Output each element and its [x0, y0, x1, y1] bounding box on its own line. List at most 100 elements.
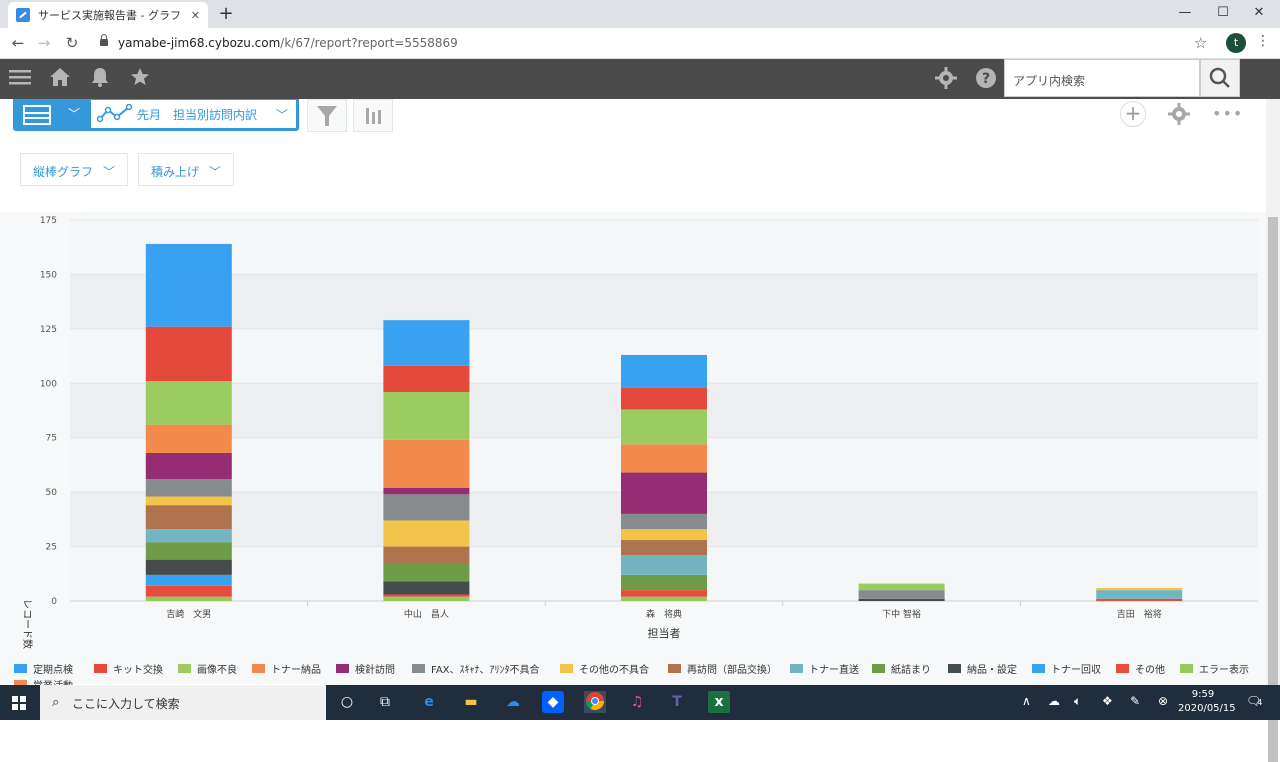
- browser-menu-icon[interactable]: ⋮: [1256, 33, 1270, 49]
- bar-segment[interactable]: [383, 596, 470, 601]
- forward-arrow-icon[interactable]: →: [34, 33, 54, 53]
- legend-item[interactable]: 営業活動: [14, 677, 73, 685]
- onedrive-icon[interactable]: ☁: [502, 691, 524, 713]
- bar-segment[interactable]: [621, 472, 707, 514]
- reload-icon[interactable]: ↻: [62, 33, 82, 53]
- close-window-button[interactable]: ✕: [1236, 0, 1280, 28]
- bar-segment[interactable]: [621, 596, 707, 601]
- bar-segment[interactable]: [383, 487, 470, 495]
- bar-segment[interactable]: [1096, 598, 1183, 601]
- help-icon[interactable]: ?: [974, 67, 998, 91]
- browser-tab[interactable]: サービス実施報告書 - グラフ ✕: [8, 2, 208, 28]
- address-bar[interactable]: yamabe-jim68.cybozu.com/k/67/report?repo…: [118, 36, 458, 50]
- bar-segment[interactable]: [1096, 590, 1183, 599]
- legend-item[interactable]: 紙詰まり: [872, 661, 931, 676]
- chart-type-dropdown[interactable]: 縦棒グラフ ﹀: [20, 153, 129, 186]
- bar-segment[interactable]: [383, 546, 470, 564]
- bar-segment[interactable]: [145, 505, 232, 530]
- bar-segment[interactable]: [383, 439, 470, 488]
- settings-gear-icon[interactable]: [934, 67, 958, 91]
- add-record-button[interactable]: +: [1120, 101, 1146, 127]
- bar-segment[interactable]: [383, 391, 470, 440]
- home-icon[interactable]: [48, 67, 72, 91]
- bar-segment[interactable]: [383, 563, 470, 582]
- bar-segment[interactable]: [621, 354, 707, 388]
- legend-item[interactable]: 再訪問（部品交換）: [668, 661, 777, 676]
- bar-segment[interactable]: [145, 424, 232, 453]
- hamburger-menu-icon[interactable]: [8, 67, 32, 91]
- legend-item[interactable]: 定期点検: [14, 661, 73, 676]
- edge-browser-icon[interactable]: e: [418, 691, 440, 713]
- app-search-input[interactable]: アプリ内検索: [1004, 59, 1200, 97]
- notification-center-icon[interactable]: 🗨︎4: [1246, 694, 1262, 708]
- network-icon[interactable]: ⊗: [1158, 694, 1168, 708]
- bar-segment[interactable]: [383, 594, 470, 597]
- bar-segment[interactable]: [621, 529, 707, 541]
- profile-avatar[interactable]: t: [1226, 33, 1246, 53]
- legend-item[interactable]: その他: [1116, 661, 1165, 676]
- bar-segment[interactable]: [858, 590, 945, 599]
- bar-segment[interactable]: [383, 581, 470, 595]
- bar-segment[interactable]: [145, 496, 232, 506]
- bar-segment[interactable]: [145, 326, 232, 382]
- bar-segment[interactable]: [145, 574, 232, 586]
- bar-segment[interactable]: [621, 513, 707, 530]
- onedrive-tray-icon[interactable]: ☁: [1048, 694, 1060, 708]
- bar-segment[interactable]: [145, 559, 232, 575]
- vertical-scrollbar[interactable]: [1266, 99, 1280, 762]
- scrollbar-thumb[interactable]: [1268, 217, 1278, 762]
- favorites-star-icon[interactable]: [128, 67, 152, 91]
- bar-segment[interactable]: [621, 444, 707, 473]
- new-tab-button[interactable]: +: [216, 4, 236, 24]
- file-explorer-icon[interactable]: ▬: [460, 691, 482, 713]
- bar-segment[interactable]: [145, 596, 232, 601]
- taskbar-clock[interactable]: 9:59 2020/05/15: [1178, 688, 1236, 716]
- graph-settings-button[interactable]: [353, 99, 393, 132]
- taskbar-search-input[interactable]: ⌕ ここに入力して検索: [40, 685, 326, 720]
- dropbox-tray-icon[interactable]: ❖: [1102, 694, 1113, 708]
- filter-button[interactable]: [307, 99, 347, 132]
- chevron-down-icon[interactable]: ﹀: [276, 106, 288, 123]
- bar-segment[interactable]: [621, 409, 707, 445]
- bar-segment[interactable]: [145, 542, 232, 560]
- legend-item[interactable]: 検針訪問: [336, 661, 395, 676]
- legend-item[interactable]: 画像不良: [178, 661, 237, 676]
- bar-segment[interactable]: [145, 585, 232, 597]
- cortana-icon[interactable]: ○: [336, 691, 358, 713]
- bar-segment[interactable]: [145, 529, 232, 543]
- bar-segment[interactable]: [383, 520, 470, 547]
- legend-item[interactable]: 納品・設定: [948, 661, 1017, 676]
- pen-icon[interactable]: ✎: [1130, 694, 1140, 708]
- tab-close-icon[interactable]: ✕: [191, 9, 200, 22]
- legend-item[interactable]: トナー回収: [1032, 661, 1101, 676]
- bar-segment[interactable]: [621, 574, 707, 591]
- task-view-icon[interactable]: ⧉: [374, 691, 396, 713]
- teams-icon[interactable]: T: [666, 691, 688, 713]
- view-selector[interactable]: ﹀ 先月 担当別訪問内訳 ﹀: [13, 99, 299, 131]
- report-selector[interactable]: 先月 担当別訪問内訳 ﹀: [91, 100, 296, 128]
- legend-item[interactable]: トナー直送: [790, 661, 859, 676]
- legend-item[interactable]: FAX、ｽｷｬﾅ、ｱﾘﾝﾀ不具合: [412, 661, 540, 676]
- bookmark-star-icon[interactable]: ☆: [1194, 34, 1207, 52]
- bar-segment[interactable]: [858, 598, 945, 601]
- bar-segment[interactable]: [145, 381, 232, 425]
- bar-segment[interactable]: [145, 452, 232, 480]
- legend-item[interactable]: エラー表示: [1180, 661, 1249, 676]
- chrome-icon[interactable]: [584, 691, 606, 713]
- bar-segment[interactable]: [383, 494, 470, 521]
- bar-segment[interactable]: [621, 590, 707, 597]
- windows-start-icon[interactable]: [12, 696, 26, 710]
- bar-segment[interactable]: [621, 540, 707, 556]
- legend-item[interactable]: トナー納品: [252, 661, 321, 676]
- bar-segment[interactable]: [383, 320, 470, 366]
- excel-icon[interactable]: x: [708, 691, 730, 713]
- tray-expand-icon[interactable]: ∧: [1022, 694, 1031, 708]
- bar-segment[interactable]: [858, 583, 945, 591]
- bar-segment[interactable]: [621, 555, 707, 575]
- chevron-down-icon[interactable]: ﹀: [68, 105, 80, 122]
- stack-mode-dropdown[interactable]: 積み上げ ﹀: [138, 153, 235, 186]
- volume-icon[interactable]: 🔈︎: [1074, 694, 1081, 709]
- bar-segment[interactable]: [145, 243, 232, 327]
- bar-segment[interactable]: [145, 479, 232, 497]
- notification-bell-icon[interactable]: [88, 67, 112, 91]
